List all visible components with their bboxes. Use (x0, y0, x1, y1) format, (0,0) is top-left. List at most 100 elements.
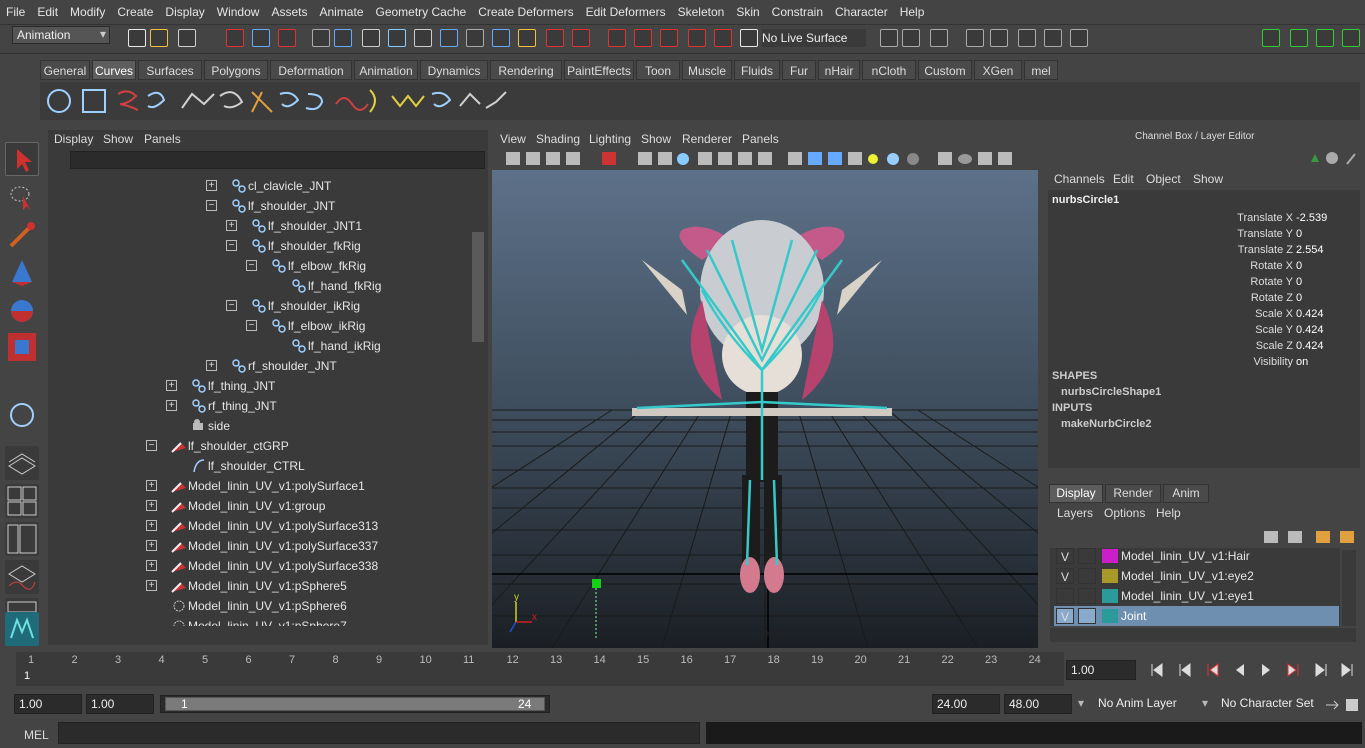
insert-knot-icon[interactable] (335, 97, 369, 111)
outliner-item[interactable]: Model_linin_UV_v1:pSphere6 (188, 596, 347, 616)
outliner-item[interactable]: lf_shoulder_CTRL (208, 456, 305, 476)
menu-skeleton[interactable]: Skeleton (672, 5, 731, 19)
range-end-field[interactable]: 24.00 (932, 694, 1000, 714)
channel-value-field[interactable]: 2.554 (1294, 242, 1356, 258)
status-tool-19-icon[interactable] (634, 29, 652, 47)
layer-visibility-toggle[interactable]: V (1056, 568, 1074, 584)
smooth-shade-icon[interactable] (677, 153, 689, 165)
camera-select-icon[interactable] (506, 152, 520, 165)
shelf-tab-fur[interactable]: Fur (782, 60, 816, 80)
key-icon[interactable] (1326, 700, 1339, 710)
play-forward-icon[interactable] (1262, 664, 1270, 676)
shelf-tab-toon[interactable]: Toon (636, 60, 680, 80)
menu-create-deformers[interactable]: Create Deformers (472, 5, 579, 19)
curve-editing-icon[interactable] (485, 91, 507, 109)
channel-value-field[interactable]: 0.424 (1294, 306, 1356, 322)
go-to-start-icon[interactable] (1151, 663, 1163, 677)
extend-curve-icon[interactable] (369, 89, 376, 113)
channel-label[interactable]: Scale Y (1150, 322, 1293, 338)
outliner-item[interactable]: lf_shoulder_JNT1 (268, 216, 362, 236)
menu-geometry-cache[interactable]: Geometry Cache (370, 5, 473, 19)
layer-color-swatch[interactable] (1102, 609, 1118, 623)
channel-value-field[interactable]: 0.424 (1294, 322, 1356, 338)
four-pane-layout-icon[interactable] (5, 484, 39, 518)
tree-expander[interactable]: + (146, 540, 157, 551)
input-node-name[interactable]: makeNurbCircle2 (1061, 418, 1152, 430)
channel-value-field[interactable]: 0 (1294, 274, 1356, 290)
channel-node-name[interactable]: nurbsCircle1 (1052, 194, 1119, 206)
outliner-item[interactable]: Model_linin_UV_v1:pSphere5 (188, 576, 347, 596)
layer-color-swatch[interactable] (1102, 569, 1118, 583)
status-right-tool-4-icon[interactable] (966, 29, 984, 47)
range-start-field[interactable]: 1.00 (14, 694, 82, 714)
outliner-item[interactable]: lf_shoulder_fkRig (268, 236, 361, 256)
tree-expander[interactable]: + (166, 380, 177, 391)
anim-layer-field[interactable]: No Anim Layer (1094, 694, 1194, 714)
status-right-tool-9-icon[interactable] (1262, 29, 1280, 47)
camera-attr-icon[interactable] (526, 152, 540, 165)
channel-label[interactable]: Translate X (1150, 210, 1293, 226)
text-curve-icon[interactable] (251, 91, 273, 113)
status-tool-8-icon[interactable] (334, 29, 352, 47)
layer-template-toggle[interactable] (1078, 568, 1096, 584)
channel-label[interactable]: Translate Z (1150, 242, 1293, 258)
outliner-item[interactable]: lf_shoulder_JNT (248, 196, 335, 216)
hud-icon[interactable] (998, 152, 1012, 165)
layer-row[interactable]: V Model_linin_UV_v1:eye2 (1054, 566, 1339, 586)
status-tool-14-icon[interactable] (492, 29, 510, 47)
go-to-end-icon[interactable] (1341, 663, 1353, 677)
outliner-item[interactable]: Model_linin_UV_v1:polySurface1 (188, 476, 365, 496)
cb-menu-show[interactable]: Show (1193, 172, 1223, 186)
anim-layer-dropdown-icon[interactable]: ▾ (1078, 696, 1092, 710)
layer-tab-anim[interactable]: Anim (1163, 484, 1209, 503)
channel-value-field[interactable]: 0 (1294, 258, 1356, 274)
viewport-3d[interactable]: y x persp (492, 170, 1038, 648)
status-tool-6-icon[interactable] (278, 29, 296, 47)
shelf-tab-rendering[interactable]: Rendering (490, 60, 562, 80)
outliner-menu-panels[interactable]: Panels (144, 132, 181, 146)
menu-skin[interactable]: Skin (730, 5, 765, 19)
layer-template-toggle[interactable] (1078, 608, 1096, 624)
grid-toggle-icon[interactable] (638, 152, 652, 165)
tree-expander[interactable]: + (146, 520, 157, 531)
tree-expander[interactable]: + (206, 360, 217, 371)
outliner-item[interactable]: lf_hand_fkRig (308, 276, 381, 296)
outliner-menu-show[interactable]: Show (103, 132, 133, 146)
layer-color-swatch[interactable] (1102, 589, 1118, 603)
tree-expander[interactable]: + (146, 500, 157, 511)
wireframe-cube-icon[interactable] (788, 152, 802, 165)
status-right-tool-11-icon[interactable] (1316, 29, 1334, 47)
nurbs-circle-icon[interactable] (47, 89, 71, 113)
channel-value-field[interactable]: 0.424 (1294, 338, 1356, 354)
add-points-icon[interactable] (459, 92, 481, 107)
outliner-item[interactable]: lf_thing_JNT (208, 376, 275, 396)
textured-cube-icon[interactable] (828, 152, 842, 165)
menu-edit[interactable]: Edit (31, 5, 64, 19)
menu-file[interactable]: File (0, 5, 31, 19)
shelf-tab-deformation[interactable]: Deformation (270, 60, 352, 80)
rotate-tool-icon[interactable] (5, 294, 39, 328)
shelf-tab-nhair[interactable]: nHair (818, 60, 860, 80)
depth-of-field-icon[interactable] (978, 152, 992, 165)
layer-visibility-toggle[interactable] (1056, 588, 1074, 604)
step-forward-key-icon[interactable] (1287, 663, 1299, 677)
play-backward-icon[interactable] (1236, 664, 1244, 676)
menu-modify[interactable]: Modify (64, 5, 111, 19)
layer-template-toggle[interactable] (1078, 548, 1096, 564)
menu-window[interactable]: Window (211, 5, 266, 19)
checker-icon[interactable] (848, 152, 862, 165)
status-tool-18-icon[interactable] (608, 29, 626, 47)
single-pane-layout-icon[interactable] (5, 446, 39, 480)
outliner-item[interactable]: lf_shoulder_ikRig (268, 296, 360, 316)
channel-value-field[interactable]: 0 (1294, 226, 1356, 242)
outliner-item[interactable]: rf_thing_JNT (208, 396, 277, 416)
menu-character[interactable]: Character (829, 5, 894, 19)
status-tool-10-icon[interactable] (388, 29, 406, 47)
tree-expander[interactable]: − (226, 240, 237, 251)
status-right-tool-7-icon[interactable] (1044, 29, 1062, 47)
nurbs-square-icon[interactable] (82, 89, 106, 113)
menu-constrain[interactable]: Constrain (766, 5, 829, 19)
bookmark-icon[interactable] (546, 152, 560, 165)
status-tool-22-icon[interactable] (714, 29, 732, 47)
wireframe-icon[interactable] (658, 152, 672, 165)
